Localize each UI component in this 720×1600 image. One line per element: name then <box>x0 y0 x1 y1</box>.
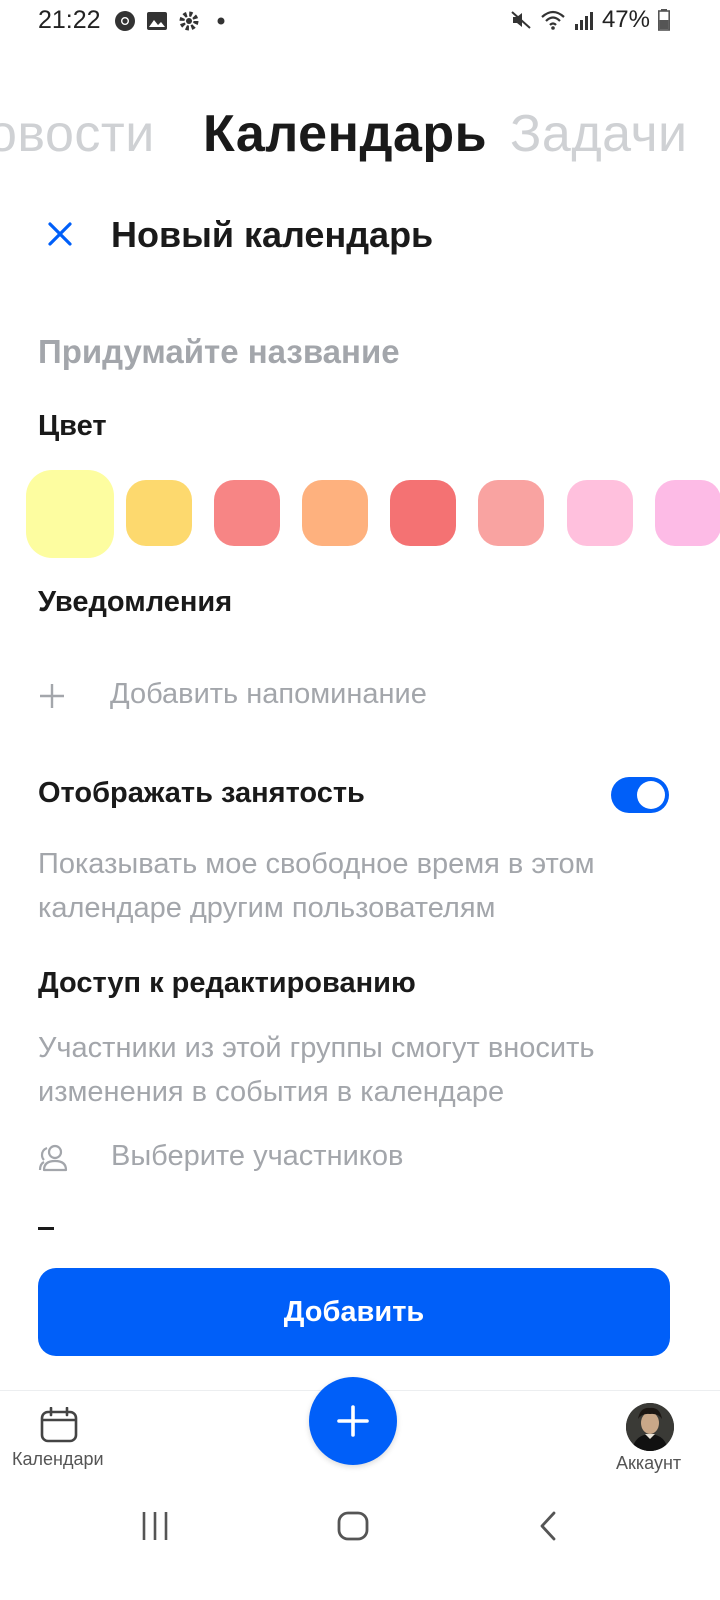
app-tabs: овости Календарь Задачи <box>0 104 720 168</box>
color-swatch-6[interactable] <box>478 480 544 546</box>
mute-icon <box>511 11 531 29</box>
nav-calendars-label: Календари <box>12 1449 104 1469</box>
color-swatches <box>0 470 720 560</box>
battery-icon <box>658 9 670 31</box>
plus-icon <box>337 1405 369 1437</box>
color-swatch-1[interactable] <box>26 470 114 558</box>
tab-calendar[interactable]: Календарь <box>203 104 487 164</box>
back-icon[interactable] <box>530 1508 570 1544</box>
recents-icon[interactable] <box>136 1508 176 1544</box>
page-title: Новый календарь <box>111 214 434 255</box>
select-participants-button[interactable]: Выберите участников <box>111 1140 403 1173</box>
nav-account-label: Аккаунт <box>616 1453 682 1473</box>
color-swatch-2[interactable] <box>126 480 192 546</box>
calendar-name-input[interactable] <box>38 326 678 378</box>
busy-label: Отображать занятость <box>38 777 365 809</box>
nav-calendars[interactable]: Календари <box>0 1391 120 1491</box>
home-icon[interactable] <box>333 1508 373 1544</box>
chrome-icon <box>115 11 135 31</box>
toggle-knob <box>637 781 665 809</box>
nav-account[interactable]: Аккаунт <box>610 1391 710 1491</box>
avatar <box>626 1403 674 1451</box>
color-swatch-7[interactable] <box>567 480 633 546</box>
status-right: 47% <box>510 6 670 34</box>
system-nav <box>0 1490 720 1600</box>
dot-icon <box>217 17 225 25</box>
wifi-icon <box>541 10 565 30</box>
settings-icon <box>179 11 199 31</box>
access-label: Доступ к редактированию <box>38 967 416 999</box>
tab-news[interactable]: овости <box>0 104 155 164</box>
plus-icon[interactable] <box>38 682 66 710</box>
gallery-icon <box>147 12 167 30</box>
status-bar: 21:22 47% <box>0 0 720 44</box>
busy-description: Показывать мое свободное время в этом ка… <box>38 848 595 924</box>
color-swatch-4[interactable] <box>302 480 368 546</box>
participants-icon <box>38 1144 68 1172</box>
color-label: Цвет <box>38 410 107 442</box>
add-button[interactable]: Добавить <box>38 1268 670 1356</box>
color-swatch-3[interactable] <box>214 480 280 546</box>
calendar-icon <box>40 1407 78 1443</box>
signal-icon <box>574 12 593 30</box>
access-description: Участники из этой группы смогут вносить … <box>38 1032 595 1108</box>
add-reminder-button[interactable]: Добавить напоминание <box>110 678 427 711</box>
divider-dash <box>38 1227 54 1230</box>
color-swatch-5[interactable] <box>390 480 456 546</box>
status-left-icons <box>114 10 232 32</box>
busy-toggle[interactable] <box>611 777 669 813</box>
status-time: 21:22 <box>38 6 101 34</box>
tab-tasks[interactable]: Задачи <box>510 104 688 164</box>
notifications-label: Уведомления <box>38 586 233 618</box>
create-fab[interactable] <box>309 1377 397 1465</box>
close-icon[interactable] <box>40 214 80 254</box>
battery-percent: 47% <box>601 6 650 33</box>
color-swatch-8[interactable] <box>655 480 720 546</box>
